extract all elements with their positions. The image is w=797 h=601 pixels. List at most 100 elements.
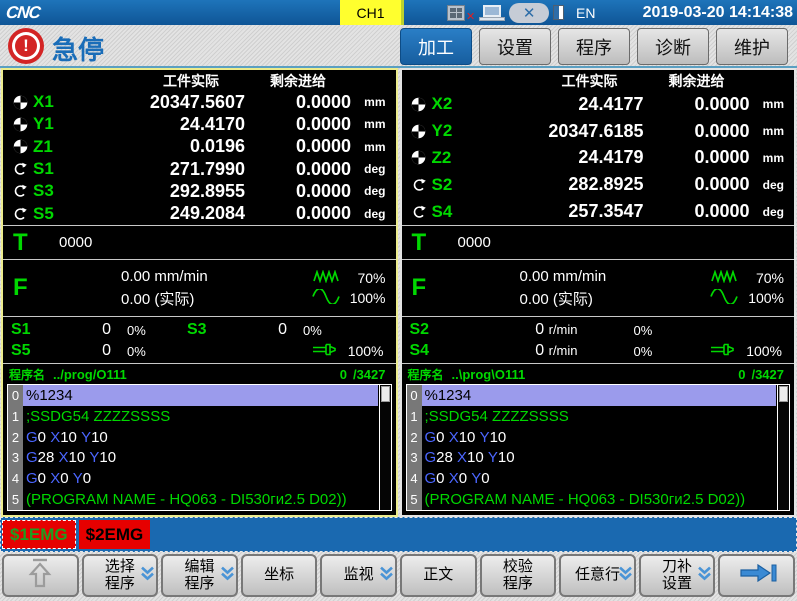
axis-row-S3: S3 292.8955 0.0000 deg: [7, 180, 394, 202]
total-line-count: /3427: [353, 367, 386, 382]
tab-诊断[interactable]: 诊断: [637, 28, 709, 65]
program-listing[interactable]: 0 %1234 1 ;SSDG54 ZZZZSSSS 2 G0 X10 Y10 …: [7, 384, 392, 511]
axis-row-S5: S5 249.2084 0.0000 deg: [7, 203, 394, 225]
axis-row-S4: S4 257.3547 0.0000 deg: [406, 198, 793, 225]
axis-row-X2: X2 24.4177 0.0000 mm: [406, 91, 793, 118]
feed-actual: 0.00 (实际): [520, 288, 607, 311]
override-block: 70% 100%: [706, 270, 784, 307]
axis-row-Y2: Y2 20347.6185 0.0000 mm: [406, 118, 793, 145]
softkey-任意行[interactable]: 任意行: [559, 554, 636, 597]
line-code: (PROGRAM NAME - HQ063 - DI530ги2.5 D02)): [422, 489, 777, 510]
rapid-override-icon: [706, 270, 740, 286]
axis-actual-value: 20347.5607: [79, 92, 245, 113]
tab-程序[interactable]: 程序: [558, 28, 630, 65]
softkey-label: 校验: [503, 559, 533, 576]
col-actual-label: 工件实际: [478, 71, 644, 91]
axis-display: 工件实际 剩余进给 X1 20347.5607 0.0000 mm Y1 24.…: [3, 70, 396, 226]
softkey-坐标[interactable]: 坐标: [241, 554, 318, 597]
program-line-5: 5 (PROGRAM NAME - HQ063 - DI530ги2.5 D02…: [8, 489, 378, 510]
program-line-1: 1 ;SSDG54 ZZZZSSSS: [407, 406, 777, 427]
alarm-header: ! 急停 加工设置程序诊断维护: [0, 25, 797, 68]
axis-unit: mm: [750, 151, 793, 165]
tab-维护[interactable]: 维护: [716, 28, 788, 65]
program-line-4: 4 G0 X0 Y0: [407, 468, 777, 489]
tab-设置[interactable]: 设置: [479, 28, 551, 65]
axis-actual-value: 249.2084: [79, 203, 245, 224]
softkey-up-arrow[interactable]: [2, 554, 79, 597]
softkey-正文[interactable]: 正文: [400, 554, 477, 597]
chevron-down-icon: [698, 566, 711, 585]
axis-row-Z2: Z2 24.4179 0.0000 mm: [406, 145, 793, 172]
program-name-label: 程序名: [9, 366, 45, 383]
axis-name: S1: [33, 159, 79, 179]
ime-book-icon: [553, 5, 564, 20]
softkey-bar: 选择程序编辑程序坐标监视正文校验程序任意行刀补设置: [0, 552, 797, 600]
disconnected-x-icon: ✕: [466, 10, 475, 23]
line-code: %1234: [422, 385, 777, 406]
rotary-axis-icon: [406, 205, 432, 219]
feed-programmed: 0.00 mm/min: [520, 265, 607, 288]
axis-unit: deg: [351, 207, 394, 221]
line-number: 5: [407, 489, 422, 510]
rapid-override-value: 70%: [740, 270, 784, 286]
softkey-label: 程序: [105, 576, 135, 593]
scrollbar-thumb[interactable]: [779, 386, 788, 402]
axis-actual-value: 24.4177: [478, 94, 644, 115]
program-listing[interactable]: 0 %1234 1 ;SSDG54 ZZZZSSSS 2 G0 X10 Y10 …: [406, 384, 791, 511]
language-indicator[interactable]: EN: [576, 5, 595, 21]
spindle-load-percent: 0%: [287, 323, 349, 338]
axis-actual-value: 24.4179: [478, 147, 644, 168]
axis-row-S2: S2 282.8925 0.0000 deg: [406, 171, 793, 198]
line-code: G28 X10 Y10: [23, 447, 378, 468]
axis-name: Y2: [432, 121, 478, 141]
line-number: 5: [8, 489, 23, 510]
rotary-axis-icon: [7, 162, 33, 176]
tool-label: T: [412, 229, 458, 257]
line-number: 0: [407, 385, 422, 406]
axis-remaining-value: 0.0000: [245, 114, 351, 135]
softkey-编辑程序[interactable]: 编辑程序: [161, 554, 238, 597]
rotary-axis-icon: [406, 178, 432, 192]
softkey-刀补设置[interactable]: 刀补设置: [639, 554, 716, 597]
spindle-name: S3: [187, 321, 225, 339]
axis-actual-value: 0.0196: [79, 136, 245, 157]
line-number: 3: [8, 447, 23, 468]
softkey-next-page[interactable]: [718, 554, 795, 597]
softkey-label: 选择: [105, 559, 135, 576]
softkey-label: 正文: [423, 567, 453, 584]
current-line-number: 0: [738, 367, 745, 382]
close-connection-icon[interactable]: ✕: [509, 3, 549, 23]
chevron-down-icon: [221, 566, 234, 585]
linear-axis-icon: [7, 117, 33, 132]
axis-remaining-value: 0.0000: [644, 174, 750, 195]
status-icon-cluster: ✕ ✕: [447, 1, 564, 24]
line-number: 4: [8, 468, 23, 489]
axis-name: Z2: [432, 148, 478, 168]
spindle-tool-icon: [310, 342, 340, 360]
alarm-state-text: 急停: [52, 30, 104, 67]
spindle-area: S2 0 r/min 0% S4 0 r/min 0% 100%: [402, 317, 795, 364]
total-line-count: /3427: [751, 367, 784, 382]
tab-加工[interactable]: 加工: [400, 28, 472, 65]
panel-channel-1: 工件实际 剩余进给 X1 20347.5607 0.0000 mm Y1 24.…: [1, 68, 398, 517]
softkey-监视[interactable]: 监视: [320, 554, 397, 597]
scrollbar-thumb[interactable]: [381, 386, 390, 402]
spindle-load-percent: 0%: [578, 323, 688, 338]
channel-badge[interactable]: CH1: [340, 0, 404, 25]
softkey-label: 程序: [184, 576, 214, 593]
chevron-down-icon: [141, 566, 154, 585]
axis-name: S3: [33, 181, 79, 201]
program-scrollbar[interactable]: [379, 385, 391, 510]
softkey-选择程序[interactable]: 选择程序: [82, 554, 159, 597]
spindle-load-percent: 0%: [578, 344, 688, 359]
softkey-校验程序[interactable]: 校验程序: [480, 554, 557, 597]
axis-remaining-value: 0.0000: [644, 121, 750, 142]
program-scrollbar[interactable]: [777, 385, 789, 510]
spindle-override-value: 100%: [348, 343, 384, 359]
feed-programmed: 0.00 mm/min: [121, 265, 208, 288]
axis-table-header: 工件实际 剩余进给: [7, 71, 394, 91]
alarm-badge-ch2EMG: $2EMG: [79, 520, 151, 549]
brand-logo: CNC: [5, 3, 41, 23]
spindle-load-percent: 0%: [111, 323, 173, 338]
axis-unit: mm: [351, 140, 394, 154]
